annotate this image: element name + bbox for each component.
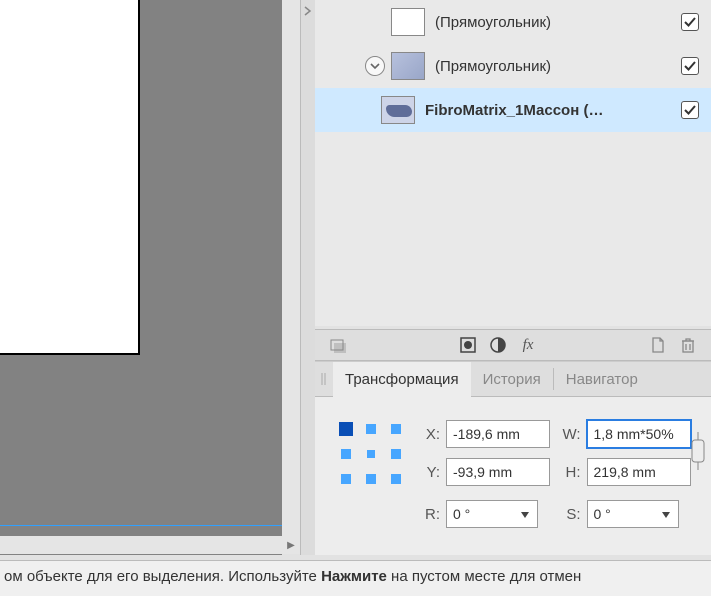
anchor-point[interactable]: [391, 449, 401, 459]
canvas-area[interactable]: [0, 0, 282, 555]
tab-history[interactable]: История: [471, 362, 553, 396]
scrollbar-vertical[interactable]: [282, 0, 300, 536]
layer-visibility-checkbox[interactable]: [681, 13, 699, 31]
layer-visibility-checkbox[interactable]: [681, 101, 699, 119]
layer-name: (Прямоугольник): [435, 58, 671, 75]
w-label: W:: [561, 426, 587, 443]
h-input[interactable]: 219,8 mm: [587, 458, 691, 486]
anchor-point[interactable]: [366, 424, 376, 434]
document-page[interactable]: [0, 0, 140, 355]
layer-visibility-checkbox[interactable]: [681, 57, 699, 75]
tabs-grip-icon[interactable]: [315, 362, 333, 396]
chevron-right-icon: [303, 6, 313, 16]
shear-input[interactable]: 0 °: [587, 500, 679, 528]
layer-row[interactable]: FibroMatrix_1Массон (…: [315, 88, 711, 132]
status-text-2: на пустом месте для отмен: [387, 568, 581, 585]
anchor-point[interactable]: [391, 424, 401, 434]
rotation-input[interactable]: 0 °: [446, 500, 538, 528]
panel-tabs: Трансформация История Навигатор: [315, 361, 711, 397]
check-icon: [684, 16, 696, 28]
anchor-point[interactable]: [391, 474, 401, 484]
fx-icon[interactable]: fx: [515, 332, 541, 358]
tab-navigator[interactable]: Навигатор: [554, 362, 650, 396]
transform-panel: X: -189,6 mm W: 1,8 mm*50% Y: -93,9 mm H…: [315, 397, 711, 555]
selection-guideline: [0, 525, 283, 526]
trash-icon[interactable]: [675, 332, 701, 358]
y-label: Y:: [420, 464, 446, 481]
anchor-selector[interactable]: [339, 422, 401, 484]
scroll-right-arrow-icon[interactable]: ▶: [282, 536, 300, 554]
mask-icon[interactable]: [455, 332, 481, 358]
anchor-point[interactable]: [339, 422, 353, 436]
layer-thumbnail: [391, 8, 425, 36]
h-label: H:: [561, 464, 587, 481]
new-layer-icon[interactable]: [645, 332, 671, 358]
x-input[interactable]: -189,6 mm: [446, 420, 550, 448]
layer-name: FibroMatrix_1Массон (…: [425, 102, 671, 119]
panel-collapse-grip[interactable]: [301, 0, 315, 555]
x-label: X:: [420, 426, 446, 443]
anchor-point[interactable]: [341, 449, 351, 459]
layer-row[interactable]: (Прямоугольник): [315, 44, 711, 88]
layer-thumbnail: [381, 96, 415, 124]
layer-name: (Прямоугольник): [435, 14, 671, 31]
scrollbar-horizontal[interactable]: ▶: [0, 536, 300, 554]
anchor-point[interactable]: [367, 450, 375, 458]
chevron-down-icon: [370, 61, 380, 71]
blend-mode-icon[interactable]: [325, 332, 351, 358]
w-input[interactable]: 1,8 mm*50%: [587, 420, 691, 448]
layers-toolbar: fx: [315, 329, 711, 361]
layers-panel: (Прямоугольник) (Прямоугольник) FibroMat…: [315, 0, 711, 326]
adjustment-icon[interactable]: [485, 332, 511, 358]
status-bar: ом объекте для его выделения. Используйт…: [0, 560, 711, 596]
check-icon: [684, 104, 696, 116]
lock-aspect-icon[interactable]: [689, 423, 707, 479]
y-input[interactable]: -93,9 mm: [446, 458, 550, 486]
tab-transform[interactable]: Трансформация: [333, 362, 471, 396]
layer-thumbnail: [391, 52, 425, 80]
layer-row[interactable]: (Прямоугольник): [315, 0, 711, 44]
status-text: ом объекте для его выделения. Используйт…: [4, 568, 321, 585]
anchor-point[interactable]: [366, 474, 376, 484]
r-label: R:: [420, 506, 446, 523]
expand-toggle[interactable]: [365, 56, 385, 76]
s-label: S:: [561, 506, 587, 523]
status-text-bold: Нажмите: [321, 568, 387, 585]
check-icon: [684, 60, 696, 72]
anchor-point[interactable]: [341, 474, 351, 484]
